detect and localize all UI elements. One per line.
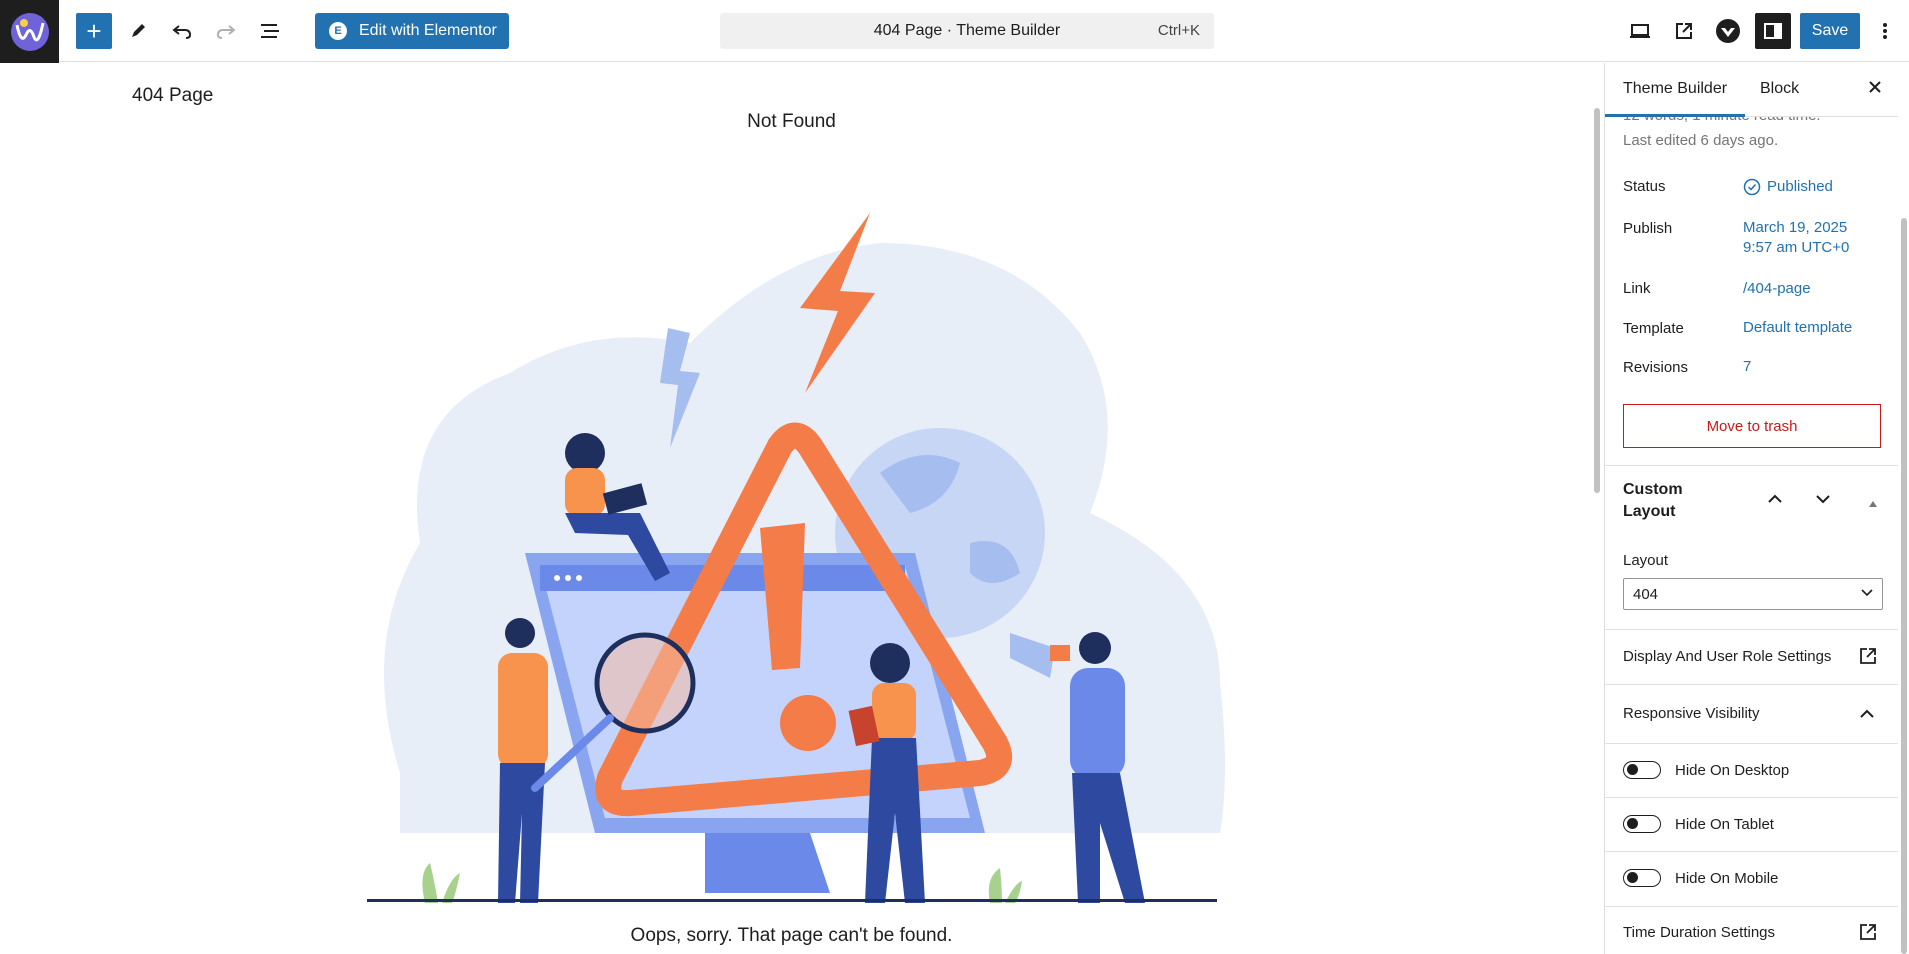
link-value[interactable]: /404-page (1743, 279, 1811, 299)
divider (1605, 906, 1898, 907)
layout-select[interactable]: 404 (1623, 578, 1883, 610)
last-edited: Last edited 6 days ago. (1623, 132, 1779, 149)
divider (1605, 629, 1898, 630)
sidebar-scrollbar[interactable] (1898, 63, 1909, 954)
move-up-chevron-icon[interactable] (1767, 489, 1783, 510)
move-to-trash-button[interactable]: Move to trash (1623, 404, 1881, 448)
publish-label: Publish (1623, 220, 1673, 237)
template-value[interactable]: Default template (1743, 318, 1852, 338)
not-found-message[interactable]: Oops, sorry. That page can't be found. (0, 925, 1583, 947)
publish-date: March 19, 2025 (1743, 219, 1848, 236)
add-block-button[interactable]: + (76, 13, 112, 49)
editor-canvas[interactable]: 404 Page Not Found Oops, sorry. That pag… (0, 63, 1603, 954)
move-down-chevron-icon[interactable] (1815, 489, 1831, 510)
divider (1605, 684, 1898, 685)
settings-sidebar-toggle-icon[interactable] (1755, 13, 1791, 49)
hide-on-tablet-toggle[interactable] (1623, 815, 1661, 833)
tab-theme-builder[interactable]: Theme Builder (1623, 80, 1727, 98)
command-palette-button[interactable]: 404 Page · Theme Builder Ctrl+K (720, 13, 1214, 49)
device-preview-icon[interactable] (1622, 13, 1658, 49)
undo-icon[interactable] (164, 13, 200, 49)
divider (1605, 465, 1898, 466)
close-sidebar-icon[interactable] (1867, 78, 1883, 101)
edit-with-elementor-label: Edit with Elementor (359, 22, 497, 39)
error-warning-illustration[interactable] (360, 213, 1225, 903)
canvas-scrollbar[interactable] (1592, 63, 1603, 954)
divider (1605, 743, 1898, 744)
document-overview-icon[interactable] (252, 13, 288, 49)
chevron-up-icon[interactable] (1859, 707, 1875, 725)
plugin-shield-icon[interactable] (1710, 13, 1746, 49)
elementor-icon: E (329, 22, 347, 40)
hide-on-desktop-label: Hide On Desktop (1675, 762, 1790, 779)
not-found-heading[interactable]: Not Found (0, 111, 1583, 133)
redo-icon[interactable] (208, 13, 244, 49)
divider (1605, 797, 1898, 798)
tools-pen-icon[interactable] (120, 13, 156, 49)
collapse-triangle-icon[interactable] (1868, 492, 1878, 513)
custom-layout-title-line2: Layout (1623, 503, 1676, 520)
display-user-role-settings-link[interactable]: Display And User Role Settings (1623, 648, 1831, 665)
hide-on-desktop-toggle[interactable] (1623, 761, 1661, 779)
status-label: Status (1623, 178, 1666, 195)
revisions-label: Revisions (1623, 359, 1689, 376)
published-check-icon (1743, 178, 1761, 196)
sidebar-tabs: Theme Builder Block (1605, 63, 1898, 117)
responsive-visibility-header[interactable]: Responsive Visibility (1623, 705, 1759, 722)
options-menu-icon[interactable] (1870, 13, 1900, 49)
hide-on-mobile-toggle[interactable] (1623, 869, 1661, 887)
external-link-icon[interactable] (1859, 923, 1877, 946)
site-logo-icon (10, 13, 49, 51)
canvas-scrollbar-thumb[interactable] (1594, 108, 1600, 493)
status-value[interactable]: Published (1743, 177, 1833, 197)
site-logo[interactable] (0, 0, 59, 64)
save-button[interactable]: Save (1800, 13, 1860, 49)
sidebar-scrollbar-thumb[interactable] (1901, 218, 1907, 954)
hide-on-mobile-label: Hide On Mobile (1675, 870, 1779, 887)
settings-sidebar: Theme Builder Block 12 words, 1 minute r… (1604, 63, 1909, 954)
template-label: Template (1623, 320, 1684, 337)
custom-layout-title[interactable]: Custom Layout (1623, 479, 1683, 523)
publish-date-value[interactable]: March 19, 2025 9:57 am UTC+0 (1743, 218, 1849, 258)
editor-toolbar: + E Edit with Elementor 404 Page · Theme… (0, 0, 1909, 64)
command-shortcut: Ctrl+K (1157, 22, 1200, 39)
document-title: 404 Page · Theme Builder (873, 22, 1061, 39)
revisions-value[interactable]: 7 (1743, 357, 1751, 377)
time-duration-settings-link[interactable]: Time Duration Settings (1623, 924, 1775, 941)
hide-on-tablet-label: Hide On Tablet (1675, 816, 1774, 833)
external-link-icon[interactable] (1859, 647, 1877, 670)
page-title[interactable]: 404 Page (132, 85, 213, 107)
link-label: Link (1623, 280, 1651, 297)
divider (1605, 851, 1898, 852)
layout-select-value: 404 (1633, 585, 1659, 603)
chevron-down-icon (1860, 585, 1874, 603)
edit-with-elementor-button[interactable]: E Edit with Elementor (315, 13, 509, 49)
tab-block[interactable]: Block (1760, 80, 1799, 98)
layout-label: Layout (1623, 552, 1669, 569)
view-post-external-icon[interactable] (1666, 13, 1702, 49)
active-tab-indicator (1605, 114, 1745, 117)
status-value-text: Published (1767, 178, 1833, 195)
publish-time: 9:57 am UTC+0 (1743, 239, 1850, 256)
custom-layout-title-line1: Custom (1623, 481, 1683, 498)
